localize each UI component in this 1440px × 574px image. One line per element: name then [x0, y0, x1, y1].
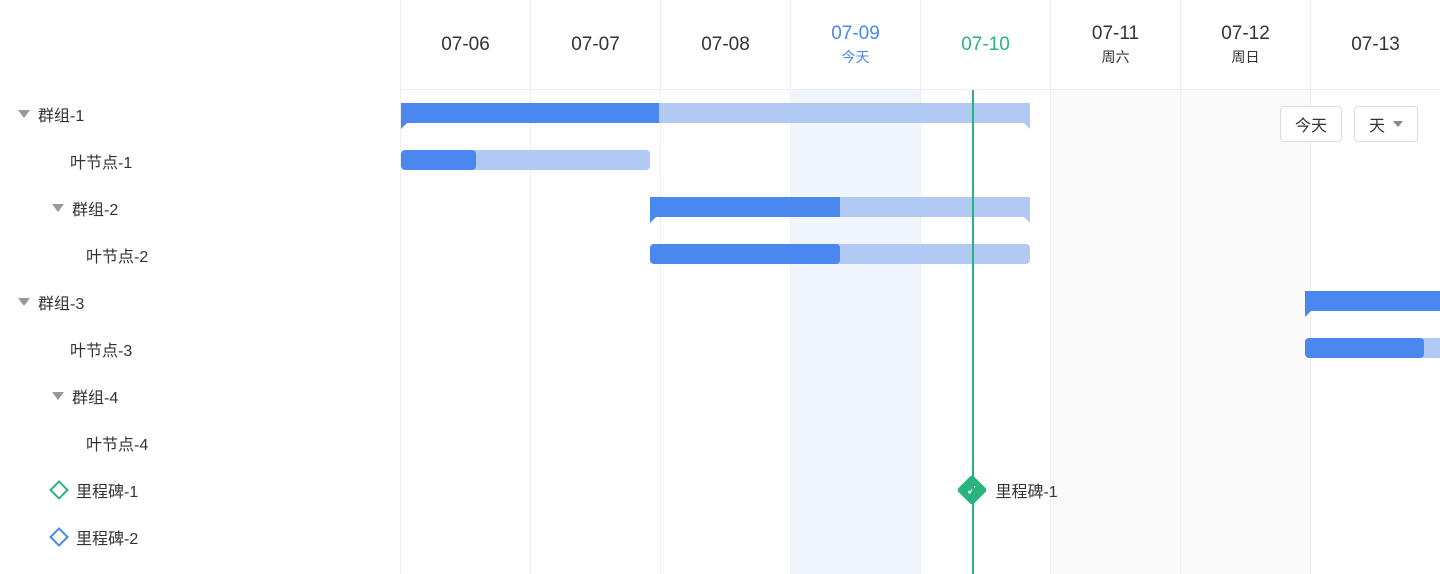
tree-group-1[interactable]: 群组-1 — [0, 90, 400, 137]
tree-label: 群组-3 — [38, 290, 84, 314]
date-label: 07-12 — [1221, 23, 1270, 45]
date-label: 07-13 — [1351, 34, 1400, 56]
date-label: 07-08 — [701, 34, 750, 56]
group-bar[interactable] — [1305, 291, 1440, 311]
tree-label: 群组-4 — [72, 384, 118, 408]
button-label: 今天 — [1295, 112, 1327, 136]
tree-group-2[interactable]: 群组-2 — [0, 184, 400, 231]
milestone-diamond-icon — [49, 480, 69, 500]
date-sub-label: 周日 — [1232, 47, 1260, 67]
caret-down-icon[interactable] — [52, 204, 64, 212]
gantt-timeline[interactable]: 07-06 07-07 07-08 07-09 今天 07-10 07-11 周… — [400, 0, 1440, 574]
today-button[interactable]: 今天 — [1280, 106, 1342, 142]
gantt-row-group-4[interactable] — [401, 372, 1440, 419]
header-date-cell-weekend[interactable]: 07-11 周六 — [1051, 0, 1181, 89]
group-flag-icon — [1305, 311, 1311, 317]
tree-leaf-4[interactable]: 叶节点-4 — [0, 419, 400, 466]
tree-label: 叶节点-4 — [86, 431, 148, 455]
tree-label: 叶节点-3 — [70, 337, 132, 361]
header-date-cell[interactable]: 07-07 — [531, 0, 661, 89]
milestone-label: 里程碑-1 — [995, 478, 1057, 502]
group-flag-icon — [1024, 217, 1030, 223]
gantt-row-leaf-3[interactable] — [401, 325, 1440, 372]
tree-label: 里程碑-2 — [76, 525, 138, 549]
gantt-row-group-2[interactable] — [401, 184, 1440, 231]
group-flag-icon — [401, 123, 407, 129]
tree-leaf-3[interactable]: 叶节点-3 — [0, 325, 400, 372]
gantt-row-leaf-4[interactable] — [401, 419, 1440, 466]
leaf-bar[interactable] — [401, 150, 650, 170]
timeline-controls: 今天 天 — [1280, 106, 1418, 142]
gantt-rows: ✓ 里程碑-1 — [401, 90, 1440, 560]
tree-milestone-2[interactable]: 里程碑-2 — [0, 513, 400, 560]
group-bar[interactable] — [401, 103, 1030, 123]
scale-select[interactable]: 天 — [1354, 106, 1418, 142]
date-label: 07-11 — [1092, 23, 1139, 45]
tree-leaf-2[interactable]: 叶节点-2 — [0, 231, 400, 278]
tree-label: 叶节点-1 — [70, 149, 132, 173]
date-label: 07-09 — [831, 23, 880, 45]
caret-down-icon[interactable] — [18, 110, 30, 118]
gantt-row-milestone-1[interactable]: ✓ 里程碑-1 — [401, 466, 1440, 513]
caret-down-icon[interactable] — [18, 298, 30, 306]
date-label: 07-07 — [571, 34, 620, 56]
header-date-cell-today[interactable]: 07-09 今天 — [791, 0, 921, 89]
date-label: 07-06 — [441, 34, 490, 56]
tree-milestone-1[interactable]: 里程碑-1 — [0, 466, 400, 513]
gantt-row-milestone-2[interactable] — [401, 513, 1440, 560]
tree-group-3[interactable]: 群组-3 — [0, 278, 400, 325]
gantt-row-leaf-1[interactable] — [401, 137, 1440, 184]
tree-group-4[interactable]: 群组-4 — [0, 372, 400, 419]
header-date-cell[interactable]: 07-06 — [401, 0, 531, 89]
tree-label: 里程碑-1 — [76, 478, 138, 502]
tree-leaf-1[interactable]: 叶节点-1 — [0, 137, 400, 184]
date-sub-label: 周六 — [1102, 47, 1130, 67]
task-tree-sidebar: 群组-1 叶节点-1 群组-2 叶节点-2 群组-3 叶节点-3 群组-4 叶节… — [0, 0, 400, 574]
header-date-cell[interactable]: 07-08 — [661, 0, 791, 89]
tree-label: 叶节点-2 — [86, 243, 148, 267]
timeline-header: 07-06 07-07 07-08 07-09 今天 07-10 07-11 周… — [401, 0, 1440, 90]
milestone-marker[interactable]: ✓ 里程碑-1 — [961, 478, 1057, 502]
header-date-cell-weekend[interactable]: 07-12 周日 — [1181, 0, 1311, 89]
gantt-row-group-3[interactable] — [401, 278, 1440, 325]
date-label: 07-10 — [961, 34, 1010, 56]
header-date-cell[interactable]: 07-10 — [921, 0, 1051, 89]
header-date-cell[interactable]: 07-13 — [1311, 0, 1440, 89]
tree-label: 群组-2 — [72, 196, 118, 220]
button-label: 天 — [1369, 112, 1385, 136]
date-sub-label: 今天 — [842, 47, 870, 67]
milestone-diamond-icon — [49, 527, 69, 547]
caret-down-icon[interactable] — [52, 392, 64, 400]
chevron-down-icon — [1393, 121, 1403, 127]
leaf-bar[interactable] — [1305, 338, 1440, 358]
tree-label: 群组-1 — [38, 102, 84, 126]
group-flag-icon — [1024, 123, 1030, 129]
gantt-row-leaf-2[interactable] — [401, 231, 1440, 278]
group-flag-icon — [650, 217, 656, 223]
